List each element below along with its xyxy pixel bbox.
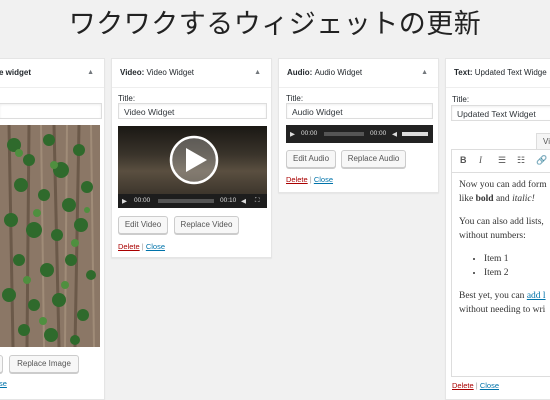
audio-title-field[interactable]: Audio Widget (286, 103, 433, 119)
p1-line1: Now you can add form (459, 180, 547, 190)
italic-icon[interactable]: I (479, 155, 482, 165)
edit-image-button[interactable] (0, 355, 3, 373)
video-widget-type: Video: (120, 68, 145, 77)
editor-paragraph-1: Now you can add form like bold and itali… (459, 178, 550, 206)
bold-icon[interactable]: B (460, 155, 467, 165)
audio-play-button[interactable]: ▶ (290, 130, 295, 138)
p1-like: like (459, 194, 476, 204)
list-item: Item 2 (484, 266, 550, 280)
audio-progress-bar[interactable] (324, 132, 364, 136)
editor-paragraph-2: You can also add lists, without numbers: (459, 215, 550, 243)
text-title-field[interactable]: Updated Text Widget (451, 105, 550, 121)
editor-content[interactable]: Now you can add form like bold and itali… (459, 178, 550, 326)
image-preview (0, 125, 100, 347)
editor-list: Item 1 Item 2 (459, 252, 550, 280)
link-icon[interactable]: 🔗 (536, 155, 547, 166)
text-widget-header[interactable]: Text: Updated Text Widge (446, 59, 550, 88)
p1-bold: bold (475, 194, 494, 204)
p1-and: and (493, 194, 513, 204)
fullscreen-icon[interactable]: ⛶ (255, 197, 260, 205)
video-widget-name: Video Widget (146, 68, 194, 77)
replace-image-button[interactable]: Replace Image (9, 355, 79, 373)
delete-link[interactable]: Delete (118, 242, 140, 251)
video-duration: 00:10 (220, 197, 237, 204)
delete-link[interactable]: Delete (452, 381, 474, 390)
video-widget-header[interactable]: Video: Video Widget ▲ (112, 59, 271, 88)
replace-video-button[interactable]: Replace Video (174, 216, 239, 234)
audio-volume-bar[interactable] (402, 132, 428, 136)
audio-duration: 00:00 (370, 130, 387, 137)
video-widget-links: Delete | Close (118, 242, 165, 251)
editor-frame: B I ☰ ☷ 🔗 Now you can add form like bold… (451, 149, 550, 377)
collapse-icon[interactable]: ▲ (254, 59, 261, 87)
edit-video-button[interactable]: Edit Video (118, 216, 168, 234)
video-play-button[interactable]: ▶ (122, 197, 127, 205)
image-title-field[interactable] (0, 103, 102, 119)
video-title-label: Title: (118, 94, 136, 103)
p2-line2: without numbers: (459, 231, 526, 241)
audio-widget-links: Delete | Close (286, 175, 333, 184)
close-link[interactable]: Close (146, 242, 165, 251)
text-widget-name: Updated Text Widge (474, 68, 547, 77)
text-widget-type: Text: (454, 68, 473, 77)
editor-toolbar: B I ☰ ☷ 🔗 (452, 150, 550, 173)
numbered-list-icon[interactable]: ☷ (517, 155, 525, 166)
audio-widget-header[interactable]: Audio: Audio Widget ▲ (279, 59, 438, 88)
page-title: ワクワクするウィジェットの更新 (68, 9, 482, 40)
audio-title-label: Title: (286, 94, 304, 103)
video-player[interactable]: ▶ 00:00 00:10 ◀ ⛶ (118, 126, 267, 208)
image-widget-title: e widget (0, 68, 32, 77)
video-widget: Video: Video Widget ▲ Title: Video Widge… (111, 58, 272, 258)
p3-prefix: Best yet, you can (459, 291, 527, 301)
list-item: Item 1 (484, 252, 550, 266)
delete-link[interactable]: Delete (286, 175, 308, 184)
edit-audio-button[interactable]: Edit Audio (286, 150, 336, 168)
link-separator: | (141, 242, 144, 251)
collapse-icon[interactable]: ▲ (87, 59, 94, 87)
p1-italic: italic! (512, 194, 535, 204)
replace-audio-button[interactable]: Replace Audio (341, 150, 406, 168)
bullet-list-icon[interactable]: ☰ (498, 155, 506, 166)
tab-visual[interactable]: Vi (536, 133, 550, 149)
text-widget: Text: Updated Text Widge Title: Updated … (445, 58, 550, 400)
link-separator: | (475, 381, 478, 390)
audio-current-time: 00:00 (301, 130, 318, 137)
close-link[interactable]: Close (480, 381, 499, 390)
video-current-time: 00:00 (134, 197, 151, 204)
video-title-field[interactable]: Video Widget (118, 103, 267, 119)
video-progress-bar[interactable] (158, 199, 214, 203)
audio-player[interactable]: ▶ 00:00 00:00 ◀ (286, 125, 433, 143)
link-separator: | (309, 175, 312, 184)
p2-line1: You can also add lists, (459, 217, 544, 227)
video-controls: ▶ 00:00 00:10 ◀ ⛶ (118, 194, 267, 208)
image-widget-header[interactable]: e widget ▲ (0, 59, 104, 88)
p3-line2: without needing to wri (459, 305, 546, 315)
close-link[interactable]: se (0, 379, 7, 388)
volume-icon[interactable]: ◀ (241, 197, 246, 205)
ivy-tree-image (0, 125, 100, 347)
audio-widget: Audio: Audio Widget ▲ Title: Audio Widge… (278, 58, 439, 193)
collapse-icon[interactable]: ▲ (421, 59, 428, 87)
image-widget-links: se (0, 379, 7, 388)
audio-widget-type: Audio: (287, 68, 313, 77)
play-icon[interactable] (118, 126, 267, 194)
editor-link[interactable]: add l (527, 291, 546, 301)
volume-icon[interactable]: ◀ (392, 130, 397, 138)
audio-widget-name: Audio Widget (314, 68, 363, 77)
text-widget-links: Delete | Close (452, 381, 499, 390)
text-title-label: Title: (452, 95, 470, 104)
editor-paragraph-3: Best yet, you can add l without needing … (459, 289, 550, 317)
image-widget: e widget ▲ Replace Image e (0, 58, 105, 400)
close-link[interactable]: Close (314, 175, 333, 184)
